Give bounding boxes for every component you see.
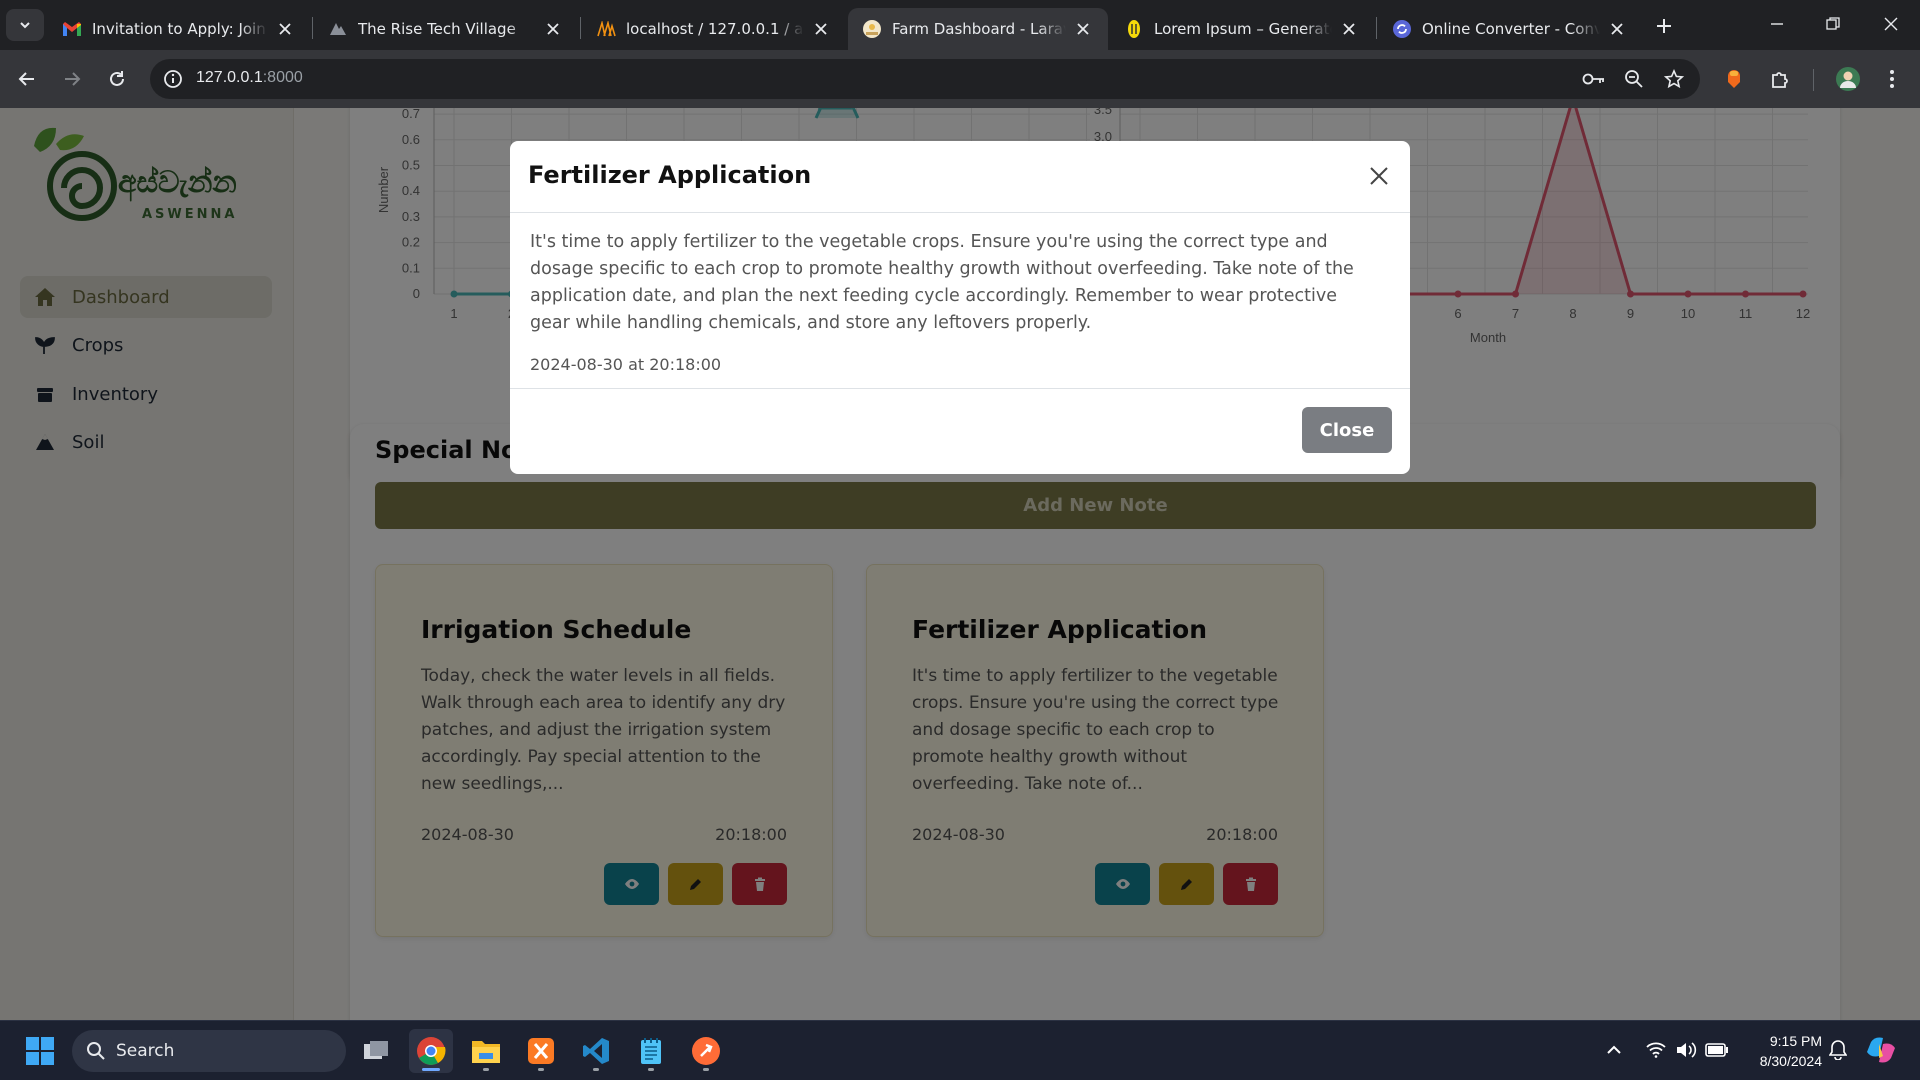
windows-taskbar: Search 9:15 PM 8/30/2024 [0,1020,1920,1080]
url-host: 127.0.0.1 [196,69,263,86]
tab-title: The Rise Tech Village [358,20,516,38]
extension-fox-icon[interactable] [1716,61,1752,97]
password-key-icon[interactable] [1582,67,1606,91]
clock-time: 9:15 PM [1769,1033,1822,1049]
copilot-icon[interactable] [1864,1033,1898,1067]
toolbar-divider [1813,69,1814,91]
forward-arrow-icon[interactable] [54,61,90,97]
search-icon [86,1041,106,1061]
tab-search-chevron-icon[interactable] [6,9,44,41]
tab-title: Lorem Ipsum – Generator, [1154,20,1332,38]
close-tab-icon[interactable] [1072,18,1094,40]
wifi-icon[interactable] [1644,1038,1668,1062]
browser-tab-lorem-ipsum[interactable]: Lorem Ipsum – Generator, [1110,8,1374,50]
restore-icon[interactable] [1808,8,1858,40]
browser-tab-gmail[interactable]: Invitation to Apply: Join the [48,8,310,50]
modal-close-x-icon[interactable] [1364,161,1394,191]
active-indicator [422,1068,440,1071]
browser-toolbar: 127.0.0.1:8000 [0,50,1920,108]
close-tab-icon[interactable] [274,18,296,40]
tab-separator [580,17,581,39]
tray-chevron-up-icon[interactable] [1602,1038,1626,1062]
url-port: :8000 [262,69,303,86]
chrome-taskbar-icon[interactable] [409,1029,453,1073]
bookmark-star-icon[interactable] [1662,67,1686,91]
tab-title: Invitation to Apply: Join the [92,20,268,38]
rise-tech-icon [328,19,348,39]
farm-icon [862,19,882,39]
open-indicator [648,1068,654,1071]
battery-icon[interactable] [1705,1038,1729,1062]
minimize-icon[interactable] [1752,8,1802,40]
tab-title: Online Converter - Convert [1422,20,1600,38]
modal-title: Fertilizer Application [528,161,812,189]
modal-header: Fertilizer Application [510,141,1410,213]
close-tab-icon[interactable] [1338,18,1360,40]
site-info-icon[interactable] [162,68,184,90]
taskbar-search[interactable]: Search [72,1030,346,1072]
postman-icon[interactable] [684,1029,728,1073]
address-bar[interactable]: 127.0.0.1:8000 [150,59,1700,99]
modal-footer: Close [510,388,1410,474]
open-indicator [703,1068,709,1071]
lipsum-icon [1124,19,1144,39]
gmail-icon [62,19,82,39]
notepad-icon[interactable] [629,1029,673,1073]
zoom-icon[interactable] [1622,67,1646,91]
tab-separator [312,17,313,39]
note-detail-modal: Fertilizer Application It's time to appl… [510,141,1410,474]
taskbar-clock[interactable]: 9:15 PM 8/30/2024 [1740,1031,1822,1071]
open-indicator [483,1068,489,1071]
profile-avatar[interactable] [1830,61,1866,97]
modal-datetime: 2024-08-30 at 20:18:00 [530,355,722,374]
converter-icon [1392,19,1412,39]
close-tab-icon[interactable] [542,18,564,40]
volume-icon[interactable] [1674,1038,1698,1062]
modal-body-text: It's time to apply fertilizer to the veg… [530,232,1354,333]
url-text: 127.0.0.1:8000 [196,69,303,87]
tab-separator [1376,17,1377,39]
notification-bell-icon[interactable] [1826,1038,1850,1062]
browser-menu-icon[interactable] [1874,61,1910,97]
file-explorer-icon[interactable] [464,1029,508,1073]
open-indicator [593,1068,599,1071]
browser-tab-online-converter[interactable]: Online Converter - Convert [1378,8,1642,50]
browser-tab-farm-dashboard[interactable]: Farm Dashboard - Laravel [848,8,1108,50]
xampp-icon[interactable] [519,1029,563,1073]
vscode-icon[interactable] [574,1029,618,1073]
phpmyadmin-icon [596,19,616,39]
farm-dashboard-page: අස්වැන්න ASWENNA Dashboard Crops Invento… [0,108,1920,1020]
browser-tab-rise-tech[interactable]: The Rise Tech Village [314,8,578,50]
task-view-icon[interactable] [354,1029,398,1073]
open-indicator [538,1068,544,1071]
clock-date: 8/30/2024 [1759,1053,1822,1069]
close-tab-icon[interactable] [1606,18,1628,40]
reload-icon[interactable] [99,61,135,97]
search-placeholder: Search [116,1041,175,1061]
browser-tab-phpmyadmin[interactable]: localhost / 127.0.0.1 / aswe [582,8,846,50]
back-arrow-icon[interactable] [9,61,45,97]
new-tab-plus-icon[interactable] [1650,12,1678,40]
close-window-icon[interactable] [1866,8,1916,40]
tab-title: Farm Dashboard - Laravel [892,20,1066,38]
extensions-puzzle-icon[interactable] [1762,61,1798,97]
browser-tab-strip: Invitation to Apply: Join the The Rise T… [0,0,1920,50]
modal-close-button[interactable]: Close [1302,407,1392,453]
tab-title: localhost / 127.0.0.1 / aswe [626,20,804,38]
windows-start-icon[interactable] [18,1029,62,1073]
close-tab-icon[interactable] [810,18,832,40]
